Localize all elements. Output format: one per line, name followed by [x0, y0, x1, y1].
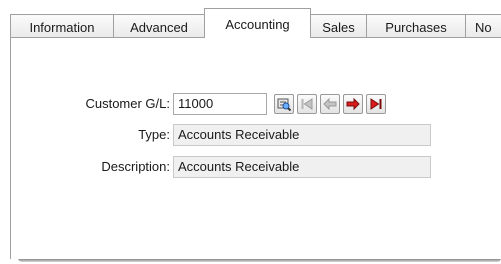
- customer-gl-label: Customer G/L:: [85, 96, 170, 111]
- first-record-icon: [300, 97, 314, 111]
- previous-record-icon: [323, 97, 337, 111]
- type-field: Accounts Receivable: [173, 124, 431, 146]
- lookup-icon: [277, 97, 291, 111]
- last-record-button[interactable]: [366, 94, 386, 114]
- description-field: Accounts Receivable: [173, 156, 431, 178]
- next-record-button[interactable]: [343, 94, 363, 114]
- previous-record-button[interactable]: [320, 94, 340, 114]
- accounting-form: Customer G/L: 11000 Type: Accounts Recei…: [0, 0, 501, 264]
- description-label: Description:: [101, 159, 170, 174]
- last-record-icon: [369, 97, 383, 111]
- type-label: Type:: [138, 127, 170, 142]
- next-record-icon: [346, 97, 360, 111]
- lookup-button[interactable]: [274, 94, 294, 114]
- customer-gl-input[interactable]: 11000: [173, 93, 267, 115]
- first-record-button[interactable]: [297, 94, 317, 114]
